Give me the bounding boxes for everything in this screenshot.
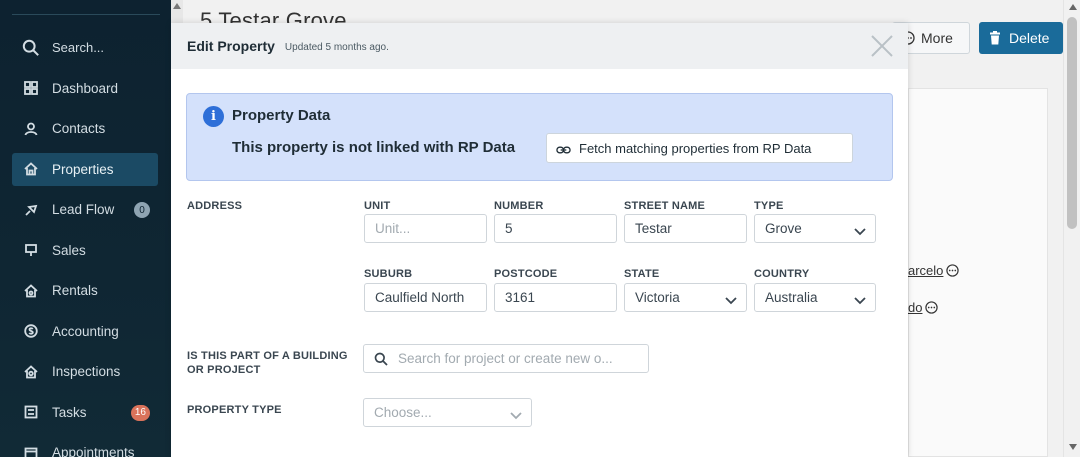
close-icon[interactable]: [870, 34, 894, 58]
sidebar-item-label: Accounting: [52, 323, 119, 339]
country-select[interactable]: Australia: [754, 283, 876, 312]
sidebar: Search... Dashboard Contacts Properties …: [0, 0, 171, 457]
chevron-down-icon: [725, 293, 737, 305]
search-icon: [374, 352, 388, 366]
sidebar-item-label: Dashboard: [52, 80, 119, 96]
chevron-down-icon: [854, 224, 866, 236]
page-scrollbar[interactable]: [1063, 0, 1080, 457]
more-options-icon[interactable]: [925, 301, 939, 314]
sidebar-item-contacts[interactable]: Contacts: [12, 112, 158, 145]
type-label: TYPE: [754, 200, 784, 212]
scroll-thumb[interactable]: [1067, 17, 1077, 229]
sidebar-item-properties[interactable]: Properties: [12, 152, 158, 186]
street-name-label: STREET NAME: [624, 200, 706, 212]
modal-subtitle: Updated 5 months ago.: [284, 41, 389, 53]
sidebar-item-appointments[interactable]: Appointments: [12, 436, 158, 457]
tasks-count-badge: 16: [130, 404, 150, 421]
search-icon: [22, 39, 40, 57]
sidebar-item-label: Inspections: [52, 364, 121, 379]
country-label: COUNTRY: [754, 268, 810, 280]
number-input[interactable]: 5: [494, 214, 617, 243]
tasks-icon: [22, 403, 40, 421]
unit-input[interactable]: Unit...: [364, 214, 487, 243]
building-search-placeholder: Search for project or create new o...: [398, 351, 613, 366]
sidebar-item-rentals[interactable]: Rentals: [12, 274, 158, 307]
chevron-down-icon: [510, 408, 522, 420]
delete-label: Delete: [1009, 30, 1050, 46]
street-type-select[interactable]: Grove: [754, 214, 876, 243]
sidebar-search[interactable]: Search...: [12, 31, 158, 64]
sidebar-item-label: Tasks: [52, 404, 87, 420]
contact-link[interactable]: arcelo: [908, 263, 960, 278]
chevron-down-icon: [854, 293, 866, 305]
country-value: Australia: [765, 290, 818, 305]
building-label-line1: IS THIS PART OF A BUILDING: [187, 350, 348, 362]
state-label: STATE: [624, 268, 660, 280]
property-type-select[interactable]: Choose...: [363, 398, 532, 427]
delete-button[interactable]: Delete: [979, 22, 1063, 54]
sidebar-item-sales[interactable]: Sales: [12, 234, 158, 267]
sidebar-item-label: Properties: [52, 161, 114, 177]
street-type-value: Grove: [765, 221, 802, 236]
property-type-placeholder: Choose...: [374, 405, 432, 420]
sidebar-nav: Search... Dashboard Contacts Properties …: [12, 31, 158, 457]
contacts-icon: [22, 120, 40, 138]
dashboard-icon: [22, 79, 40, 97]
postcode-label: POSTCODE: [494, 268, 558, 280]
edit-property-modal: Edit Property Updated 5 months ago. i Pr…: [171, 23, 908, 457]
sidebar-item-lead-flow[interactable]: Lead Flow 0: [12, 193, 158, 226]
scroll-down-arrow[interactable]: [1069, 444, 1077, 450]
suburb-input[interactable]: Caulfield North: [364, 283, 487, 312]
sidebar-item-label: Sales: [52, 242, 86, 258]
notice-message: This property is not linked with RP Data: [232, 139, 516, 156]
sidebar-item-label: Lead Flow: [52, 202, 115, 217]
modal-header: Edit Property Updated 5 months ago.: [171, 23, 908, 69]
sidebar-divider: [12, 14, 160, 15]
home-icon: [22, 160, 40, 178]
street-name-input[interactable]: Testar: [624, 214, 747, 243]
fetch-rp-data-button[interactable]: Fetch matching properties from RP Data: [546, 133, 853, 163]
link-icon: [556, 143, 571, 154]
sidebar-item-tasks[interactable]: Tasks 16: [12, 396, 158, 429]
inner-scroll-up-arrow[interactable]: [173, 3, 181, 9]
accounting-icon: [22, 322, 40, 340]
more-label: More: [921, 30, 953, 46]
notice-title: Property Data: [232, 107, 331, 124]
state-value: Victoria: [635, 290, 680, 305]
rentals-icon: [22, 282, 40, 300]
more-options-icon[interactable]: [946, 264, 960, 277]
scroll-up-arrow[interactable]: [1069, 4, 1077, 10]
sidebar-item-dashboard[interactable]: Dashboard: [12, 72, 158, 105]
sidebar-item-label: Rentals: [52, 283, 98, 298]
number-label: NUMBER: [494, 200, 544, 212]
inspections-icon: [22, 363, 40, 381]
lead-flow-count-badge: 0: [134, 202, 150, 218]
sidebar-item-label: Contacts: [52, 121, 106, 136]
info-icon: i: [203, 106, 224, 127]
property-type-label: PROPERTY TYPE: [187, 404, 282, 416]
lead-flow-icon: [22, 201, 40, 219]
building-label-line2: OR PROJECT: [187, 364, 261, 376]
property-data-notice: i Property Data This property is not lin…: [186, 93, 893, 181]
address-section-label: ADDRESS: [187, 200, 243, 212]
sales-icon: [22, 241, 40, 259]
sidebar-item-inspections[interactable]: Inspections: [12, 355, 158, 388]
contact-link-text: arcelo: [908, 263, 944, 278]
building-project-search[interactable]: Search for project or create new o...: [363, 344, 649, 373]
modal-title: Edit Property: [187, 38, 275, 54]
fetch-label: Fetch matching properties from RP Data: [579, 140, 812, 156]
calendar-icon: [22, 444, 40, 457]
contact-link-text: do: [908, 300, 923, 315]
suburb-label: SUBURB: [364, 268, 413, 280]
sidebar-item-label: Search...: [52, 40, 105, 55]
contact-link[interactable]: do: [908, 300, 939, 315]
postcode-input[interactable]: 3161: [494, 283, 617, 312]
sidebar-item-label: Appointments: [52, 445, 135, 457]
state-select[interactable]: Victoria: [624, 283, 747, 312]
trash-icon: [989, 31, 1001, 45]
sidebar-item-accounting[interactable]: Accounting: [12, 315, 158, 348]
unit-label: UNIT: [364, 200, 391, 212]
